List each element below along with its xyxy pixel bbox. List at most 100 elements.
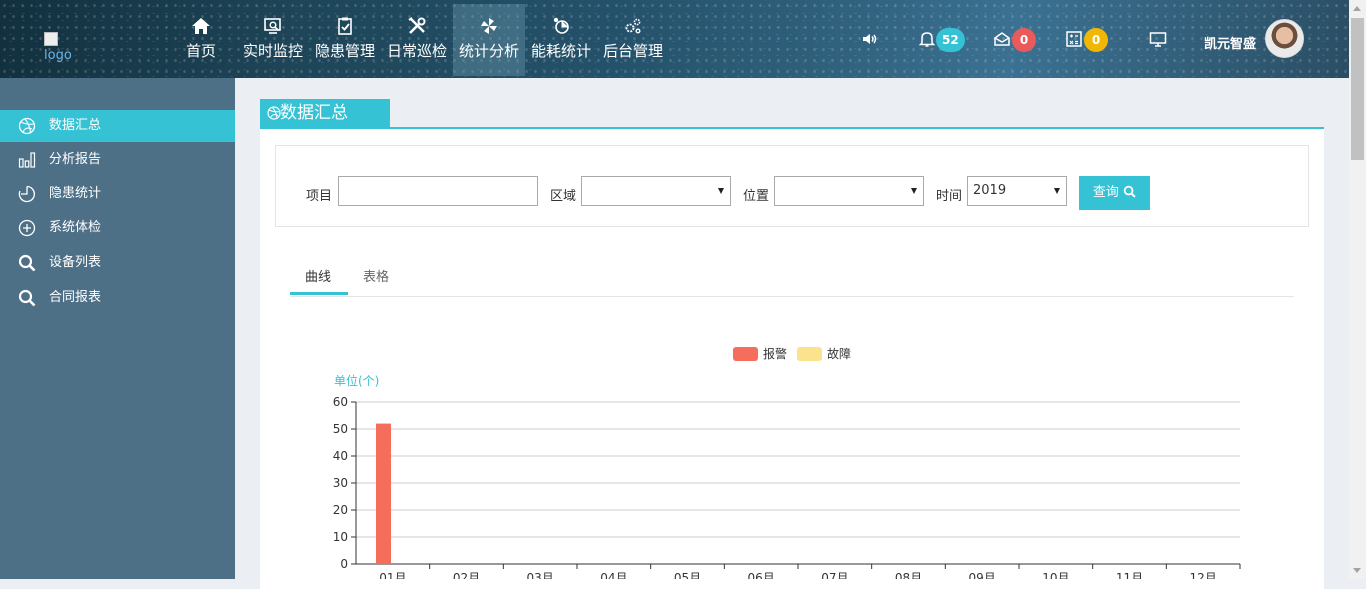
x-tick-label: 03月: [527, 571, 554, 579]
x-tick-label: 05月: [674, 571, 701, 579]
pie-timer-icon: [18, 185, 36, 203]
y-tick-label: 20: [333, 503, 348, 517]
legend-swatch: [733, 347, 758, 361]
nav-statistics-analysis[interactable]: 统计分析: [453, 4, 525, 76]
nav-label: 后台管理: [602, 42, 663, 60]
nav-label: 能耗统计: [530, 42, 591, 60]
y-tick-label: 60: [333, 395, 348, 409]
x-tick-label: 08月: [895, 571, 922, 579]
y-tick-label: 10: [333, 530, 348, 544]
bell-count-badge: 52: [936, 28, 965, 52]
x-tick-label: 11月: [1116, 571, 1143, 579]
panel-title-text: 数据汇总: [280, 103, 348, 123]
tab-divider: [290, 296, 1294, 297]
search-icon: [18, 289, 36, 307]
bell-icon[interactable]: [918, 30, 936, 52]
x-tick-label: 06月: [748, 571, 775, 579]
sidebar-item-label: 系统体检: [49, 220, 102, 235]
clipboard-check-icon: [313, 16, 377, 42]
nav-backend-management[interactable]: 后台管理: [601, 4, 665, 76]
query-button[interactable]: 查询: [1079, 176, 1150, 210]
sidebar-item-device-list[interactable]: 设备列表: [0, 247, 235, 279]
logo[interactable]: logo: [44, 32, 84, 68]
y-tick-label: 50: [333, 422, 348, 436]
nav-hazard-management[interactable]: 隐患管理: [313, 4, 377, 76]
search-icon: [18, 254, 36, 272]
y-axis-title: 单位(个): [334, 373, 379, 388]
bar-chart-icon: [18, 152, 36, 168]
nav-home[interactable]: 首页: [180, 4, 222, 76]
x-tick-label: 01月: [379, 571, 406, 579]
y-tick-label: 40: [333, 449, 348, 463]
scroll-up-arrow-icon[interactable]: [1353, 6, 1361, 11]
legend-label: 故障: [827, 346, 851, 361]
pinwheel-icon: [453, 16, 525, 42]
sidebar-item-label: 隐患统计: [49, 186, 102, 201]
sidebar-item-label: 分析报告: [49, 152, 102, 167]
energy-icon: [529, 16, 593, 42]
task-count-badge: 0: [1084, 28, 1108, 52]
project-input[interactable]: [338, 176, 538, 206]
desktop-icon[interactable]: [1149, 30, 1167, 52]
legend-swatch: [797, 347, 822, 361]
dropdown-arrow-icon: [1054, 188, 1060, 194]
project-label: 项目: [306, 189, 333, 204]
active-tab-indicator: [290, 292, 348, 295]
nav-energy-statistics[interactable]: 能耗统计: [529, 4, 593, 76]
sidebar-item-label: 合同报表: [49, 290, 102, 305]
area-select[interactable]: [581, 176, 731, 206]
dropdown-arrow-icon: [911, 188, 917, 194]
alarm-fault-bar-chart: 报警 故障单位(个) 0 10 20 30 40 50 60 01月 02月 03月 04月 05月 06月…: [333, 346, 1241, 579]
sidebar-item-hazard-statistics[interactable]: 隐患统计: [0, 178, 235, 210]
broken-image-icon: [44, 32, 58, 46]
time-label: 时间: [936, 189, 963, 204]
nav-daily-inspection[interactable]: 日常巡检: [385, 4, 449, 76]
sidebar-item-system-checkup[interactable]: 系统体检: [0, 212, 235, 244]
monitor-search-icon: [241, 16, 305, 42]
nav-label: 隐患管理: [314, 42, 375, 60]
gears-icon: [601, 16, 665, 42]
nav-label: 日常巡检: [386, 42, 447, 60]
dribbble-icon: [18, 117, 36, 135]
tab-table[interactable]: 表格: [363, 266, 389, 285]
x-tick-label: 09月: [969, 571, 996, 579]
query-button-label: 查询: [1092, 185, 1119, 200]
nav-label: 统计分析: [458, 42, 519, 60]
dropdown-arrow-icon: [718, 188, 724, 194]
dribbble-icon: [267, 106, 281, 120]
year-select[interactable]: 2019: [967, 176, 1067, 206]
x-tick-label: 10月: [1042, 571, 1069, 579]
sidebar: 数据汇总 分析报告 隐患统计 系统体检 设备列表 合同报表: [0, 78, 235, 579]
logo-alt-text: logo: [44, 48, 72, 63]
top-navbar: logo 首页 实时监控 隐患管理 日常巡检 统计分析 能耗统计 后台管理 52…: [0, 0, 1349, 78]
bar: [376, 423, 391, 564]
scroll-down-arrow-icon[interactable]: [1353, 568, 1361, 573]
sidebar-item-label: 设备列表: [49, 255, 102, 270]
year-value: 2019: [973, 183, 1007, 198]
calculator-icon[interactable]: [1065, 30, 1083, 52]
nav-label: 首页: [185, 42, 216, 60]
tools-icon: [385, 16, 449, 42]
sidebar-item-analysis-report[interactable]: 分析报告: [0, 144, 235, 176]
sidebar-item-contract-report[interactable]: 合同报表: [0, 282, 235, 314]
nav-label: 实时监控: [242, 42, 303, 60]
home-icon: [180, 16, 222, 42]
mail-icon[interactable]: [993, 30, 1011, 52]
tab-curve[interactable]: 曲线: [305, 266, 331, 285]
nav-realtime-monitor[interactable]: 实时监控: [241, 4, 305, 76]
page-scrollbar[interactable]: [1349, 0, 1366, 579]
location-select[interactable]: [774, 176, 924, 206]
scrollbar-thumb[interactable]: [1351, 18, 1364, 160]
avatar[interactable]: [1265, 19, 1304, 58]
x-tick-label: 07月: [821, 571, 848, 579]
search-icon: [1123, 185, 1136, 198]
user-name[interactable]: 凯元智盛: [1204, 33, 1256, 52]
volume-icon[interactable]: [861, 30, 879, 52]
sidebar-item-data-summary[interactable]: 数据汇总: [0, 110, 235, 142]
x-tick-label: 02月: [453, 571, 480, 579]
sidebar-item-label: 数据汇总: [49, 118, 102, 133]
x-tick-label: 12月: [1190, 571, 1217, 579]
panel-title-rule: [260, 127, 1324, 129]
mail-count-badge: 0: [1012, 28, 1036, 52]
x-tick-label: 04月: [600, 571, 627, 579]
